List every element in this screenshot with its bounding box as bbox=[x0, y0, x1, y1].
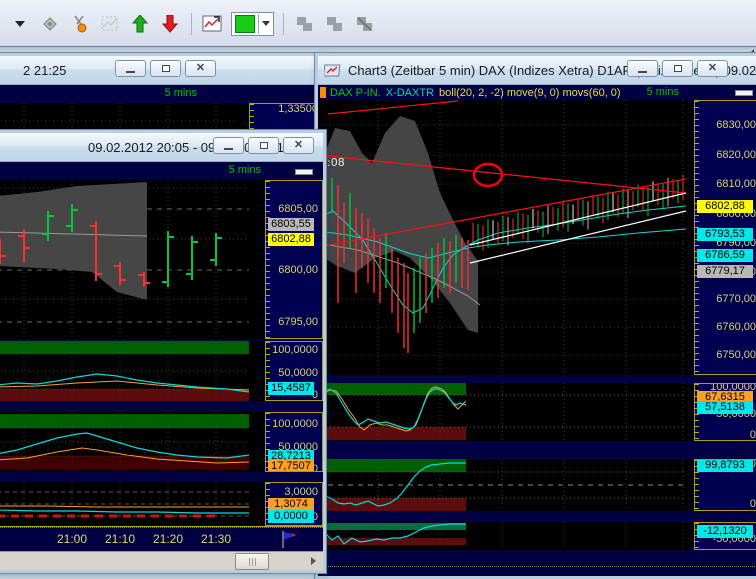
restore-button[interactable] bbox=[662, 60, 693, 77]
close-button[interactable]: ✕ bbox=[697, 60, 728, 77]
axis-label: 6802,88 bbox=[268, 233, 314, 246]
interval-label: 5 mins bbox=[165, 87, 197, 99]
legend-marker bbox=[320, 87, 326, 98]
lw-panel2-scale[interactable]: 100,000050,0000028,721317,7507 bbox=[265, 412, 323, 472]
scrollbar-thumb[interactable] bbox=[235, 553, 269, 570]
close-button[interactable]: ✕ bbox=[283, 137, 314, 154]
axis-label: 6793,53 bbox=[697, 228, 753, 241]
time-label: 21:00 bbox=[57, 532, 87, 546]
minimize-button[interactable] bbox=[115, 60, 146, 77]
axis-label: 6779,17 bbox=[697, 265, 753, 278]
left-titlebar[interactable]: 09.02.2012 20:05 - 09.02.2012 21:35 ✕ bbox=[0, 133, 323, 162]
minimize-button[interactable] bbox=[213, 137, 244, 154]
scrollbar-right-arrow[interactable] bbox=[305, 554, 321, 567]
c3-main-plot[interactable]: 9:08 bbox=[318, 100, 694, 375]
indicator-params: boll(20, 2, -2) move(9, 0) movs(60, 0) bbox=[439, 87, 621, 99]
axis-label: 50,0000 bbox=[278, 367, 318, 380]
interval-header: 5 mins bbox=[0, 162, 323, 180]
symbol2-label: X-DAXTR bbox=[386, 87, 434, 99]
axis-label: 100,0000 bbox=[272, 418, 318, 431]
indicator-legend: DAX P-IN. X-DAXTR boll(20, 2, -2) move(9… bbox=[318, 85, 756, 100]
trendline-tool-disabled-icon[interactable] bbox=[98, 12, 122, 36]
lw-panel3-plot[interactable] bbox=[0, 482, 265, 526]
axis-label: 6800,00 bbox=[278, 264, 318, 277]
chart3-titlebar[interactable]: Chart3 (Zeitbar 5 min) DAX (Indizes Xetr… bbox=[318, 56, 756, 85]
c3-panelA-plot[interactable] bbox=[318, 383, 694, 441]
axis-label: 6786,59 bbox=[697, 249, 753, 262]
axis-label: 6760,00 bbox=[716, 321, 756, 334]
c3-panelB-plot[interactable] bbox=[318, 459, 694, 511]
lw-panel3-scale[interactable]: 3,00001,00001,30740,0000 bbox=[265, 482, 323, 526]
symbol-label: DAX P-IN. bbox=[330, 87, 381, 99]
axis-label: 6820,00 bbox=[716, 149, 756, 162]
minimize-button[interactable] bbox=[627, 60, 658, 77]
axis-label: 0,0000 bbox=[268, 510, 314, 523]
axis-label: 15,4587 bbox=[268, 382, 314, 395]
time-label: 21:30 bbox=[201, 532, 231, 546]
axis-label: 6802,88 bbox=[697, 200, 753, 213]
axis-label: 100,0000 bbox=[272, 344, 318, 357]
interval-header: 5 mins bbox=[0, 85, 323, 103]
c3-panelC-scale[interactable]: -50,0000-12,1320 bbox=[694, 522, 756, 550]
flag-icon[interactable] bbox=[279, 529, 297, 552]
lw-panel1-scale[interactable]: 100,000050,0000015,4587 bbox=[265, 341, 323, 401]
horizontal-scrollbar[interactable] bbox=[0, 551, 323, 570]
close-button[interactable]: ✕ bbox=[185, 60, 216, 77]
axis-label: 6830,00 bbox=[716, 119, 756, 132]
interval-label: 5 mins bbox=[647, 86, 679, 98]
axis-label: 57,5138 bbox=[697, 401, 753, 414]
c3-panelA-scale[interactable]: 100,000050,000067,631557,51380 bbox=[694, 383, 756, 441]
down-arrow-icon[interactable] bbox=[158, 12, 182, 36]
indicator-chart-icon[interactable] bbox=[201, 12, 225, 36]
lw-panel2-plot[interactable] bbox=[0, 412, 265, 472]
chart-window-icon bbox=[324, 63, 342, 78]
up-arrow-icon[interactable] bbox=[128, 12, 152, 36]
color-swatch-dropdown[interactable] bbox=[258, 14, 273, 34]
axis-label: 99,8793 bbox=[697, 459, 753, 472]
collapse-dash[interactable] bbox=[735, 90, 753, 96]
time-label: 21:10 bbox=[105, 532, 135, 546]
toolbar-separator bbox=[191, 13, 192, 35]
axis-label: 0 bbox=[750, 498, 756, 511]
chart3-bottom-strip bbox=[318, 550, 756, 573]
axis-label: 6803,55 bbox=[268, 218, 314, 231]
restore-button[interactable] bbox=[248, 137, 279, 154]
axis-label: 6795,00 bbox=[278, 316, 318, 329]
c3-panelB-scale[interactable]: 100,000099,87930 bbox=[694, 459, 756, 511]
pan-tool-icon[interactable] bbox=[38, 12, 62, 36]
restore-button[interactable] bbox=[150, 60, 181, 77]
window-chart3: Chart3 (Zeitbar 5 min) DAX (Indizes Xetr… bbox=[315, 53, 756, 579]
axis-label: -12,1320 bbox=[697, 525, 753, 538]
window-title: 2 21:25 bbox=[23, 63, 66, 78]
toolbar-separator bbox=[283, 13, 284, 35]
cascade-windows-1-icon[interactable] bbox=[293, 12, 317, 36]
collapse-dash[interactable] bbox=[295, 169, 313, 175]
top-left-titlebar[interactable]: 2 21:25 ✕ bbox=[0, 56, 323, 85]
c3-panelC-plot[interactable] bbox=[318, 522, 694, 550]
lw-panel1-plot[interactable] bbox=[0, 341, 265, 401]
color-picker bbox=[231, 12, 274, 36]
axis-label: 0 bbox=[750, 429, 756, 441]
cut-tool-icon[interactable] bbox=[68, 12, 92, 36]
main-toolbar bbox=[0, 0, 756, 48]
axis-label: 6805,00 bbox=[278, 203, 318, 216]
c3-main-scale[interactable]: 6830,006820,006810,006800,006802,886790,… bbox=[694, 100, 756, 375]
time-label: 21:20 bbox=[153, 532, 183, 546]
cascade-windows-2-icon[interactable] bbox=[323, 12, 347, 36]
axis-label: 6750,00 bbox=[716, 349, 756, 362]
dropdown-arrow-icon[interactable] bbox=[8, 12, 32, 36]
time-axis: 21:00 21:10 21:20 21:30 bbox=[0, 527, 323, 551]
window-left: 09.02.2012 20:05 - 09.02.2012 21:35 ✕ 5 … bbox=[0, 130, 326, 573]
lw-main-plot[interactable] bbox=[0, 180, 265, 339]
axis-label: 6770,00 bbox=[716, 293, 756, 306]
color-swatch-green[interactable] bbox=[235, 15, 255, 33]
axis-label: 1,33500 bbox=[278, 103, 318, 116]
axis-label: 17,7507 bbox=[268, 460, 314, 472]
lw-main-scale[interactable]: 6805,00 6803,55 6802,88 6800,00 6795,00 bbox=[265, 180, 323, 339]
axis-label: 6810,00 bbox=[716, 178, 756, 191]
time-axis-labels: 21:00 21:10 21:20 21:30 bbox=[0, 528, 249, 551]
interval-label: 5 mins bbox=[229, 164, 261, 176]
cascade-windows-3-icon[interactable] bbox=[353, 12, 377, 36]
